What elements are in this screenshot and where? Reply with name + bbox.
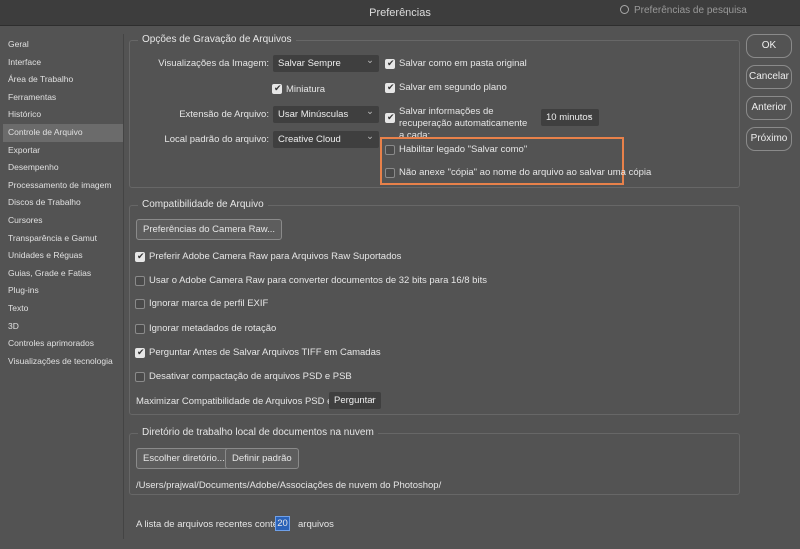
save-options-title: Opções de Gravação de Arquivos — [138, 34, 296, 45]
image-previews-select[interactable]: Salvar Sempre — [273, 52, 379, 72]
location-value: Creative Cloud — [278, 134, 341, 145]
recent-files-label: A lista de arquivos recentes contém: — [136, 519, 289, 530]
compat-option-checkbox[interactable] — [135, 372, 145, 382]
sidebar-item[interactable]: Controle de Arquivo — [3, 123, 123, 142]
legacy-save-as-label: Habilitar legado "Salvar como" — [399, 144, 528, 155]
ok-button[interactable]: OK — [746, 34, 792, 58]
extension-select[interactable]: Usar Minúsculas — [273, 103, 379, 123]
compat-option-checkbox[interactable] — [135, 299, 145, 309]
compat-option-checkbox[interactable] — [135, 251, 145, 262]
search-icon — [620, 5, 629, 14]
sidebar-item[interactable]: Desempenho — [3, 159, 123, 177]
sidebar-item[interactable]: Área de Trabalho — [3, 71, 123, 89]
sidebar-item[interactable]: Histórico — [3, 106, 123, 124]
sidebar-item[interactable]: Unidades e Réguas — [3, 247, 123, 265]
autosave-interval-select[interactable]: 10 minutos — [541, 106, 599, 126]
no-copy-label: Não anexe "cópia" ao nome do arquivo ao … — [399, 167, 652, 178]
compat-option-label: Perguntar Antes de Salvar Arquivos TIFF … — [149, 347, 381, 358]
title-bar: Preferências Preferências de pesquisa — [0, 0, 800, 26]
thumbnail-label: Miniatura — [286, 84, 326, 95]
compat-option-checkbox[interactable] — [135, 347, 145, 358]
save-background-label: Salvar em segundo plano — [399, 82, 507, 93]
search-input[interactable]: Preferências de pesquisa — [620, 5, 790, 21]
compat-option-label: Desativar compactação de arquivos PSD e … — [149, 371, 352, 382]
sidebar: Geral Interface Área de Trabalho Ferramenta… — [3, 34, 124, 539]
compat-option-label: Preferir Adobe Camera Raw para Arquivos … — [149, 251, 402, 262]
compat-option-checkbox[interactable] — [135, 276, 145, 286]
sidebar-item[interactable]: Ferramentas — [3, 89, 123, 107]
sidebar-item[interactable]: Plug-ins — [3, 282, 123, 300]
choose-directory-button[interactable]: Escolher diretório... — [136, 448, 232, 469]
compat-option-label: Ignorar metadados de rotação — [149, 323, 277, 334]
sidebar-item[interactable]: Texto — [3, 300, 123, 318]
sidebar-item[interactable]: Discos de Trabalho — [3, 194, 123, 212]
sidebar-item[interactable]: Processamento de imagem — [3, 177, 123, 195]
sidebar-item[interactable]: Interface — [3, 54, 123, 72]
cancel-button[interactable]: Cancelar — [746, 65, 792, 89]
sidebar-item[interactable]: Transparência e Gamut — [3, 230, 123, 248]
image-previews-label: Visualizações da Imagem: — [158, 58, 269, 69]
autosave-checkbox[interactable] — [385, 112, 395, 123]
location-label: Local padrão do arquivo: — [164, 134, 269, 145]
image-previews-value: Salvar Sempre — [278, 58, 341, 69]
location-select[interactable]: Creative Cloud — [273, 128, 379, 148]
next-button[interactable]: Próximo — [746, 127, 792, 151]
sidebar-item[interactable]: Cursores — [3, 212, 123, 230]
thumbnail-checkbox[interactable] — [272, 83, 282, 94]
sidebar-item[interactable]: 3D — [3, 318, 123, 336]
compat-option-label: Ignorar marca de perfil EXIF — [149, 298, 269, 309]
previous-button[interactable]: Anterior — [746, 96, 792, 120]
save-original-checkbox[interactable] — [385, 58, 395, 69]
extension-label: Extensão de Arquivo: — [179, 109, 269, 120]
no-copy-checkbox[interactable] — [385, 168, 395, 178]
sidebar-item[interactable]: Visualizações de tecnologia — [3, 353, 123, 371]
sidebar-item[interactable]: Controles aprimorados — [3, 335, 123, 353]
save-background-checkbox[interactable] — [385, 82, 395, 93]
compat-title: Compatibilidade de Arquivo — [138, 199, 268, 210]
save-original-label: Salvar como em pasta original — [399, 58, 527, 69]
sidebar-item[interactable]: Geral — [3, 36, 123, 54]
maximize-value: Perguntar — [334, 395, 376, 406]
extension-value: Usar Minúsculas — [278, 109, 349, 120]
camera-raw-prefs-button[interactable]: Preferências do Camera Raw... — [136, 219, 283, 240]
autosave-interval-value: 10 minutos — [546, 112, 593, 123]
cloud-title: Diretório de trabalho local de documento… — [138, 427, 378, 438]
cloud-path: /Users/prajwal/Documents/Adobe/Associaçõ… — [136, 480, 442, 491]
search-placeholder: Preferências de pesquisa — [634, 5, 747, 16]
maximize-select[interactable]: Perguntar — [329, 389, 381, 409]
compat-option-label: Usar o Adobe Camera Raw para converter d… — [149, 275, 487, 286]
sidebar-item[interactable]: Exportar — [3, 142, 123, 160]
sidebar-item[interactable]: Guias, Grade e Fatias — [3, 265, 123, 283]
set-default-button[interactable]: Definir padrão — [225, 448, 299, 469]
legacy-save-as-checkbox[interactable] — [385, 145, 395, 155]
recent-files-unit: arquivos — [298, 519, 334, 530]
compat-option-checkbox[interactable] — [135, 324, 145, 334]
maximize-label: Maximizar Compatibilidade de Arquivos PS… — [136, 396, 357, 407]
recent-files-input[interactable]: 20 — [275, 516, 290, 531]
